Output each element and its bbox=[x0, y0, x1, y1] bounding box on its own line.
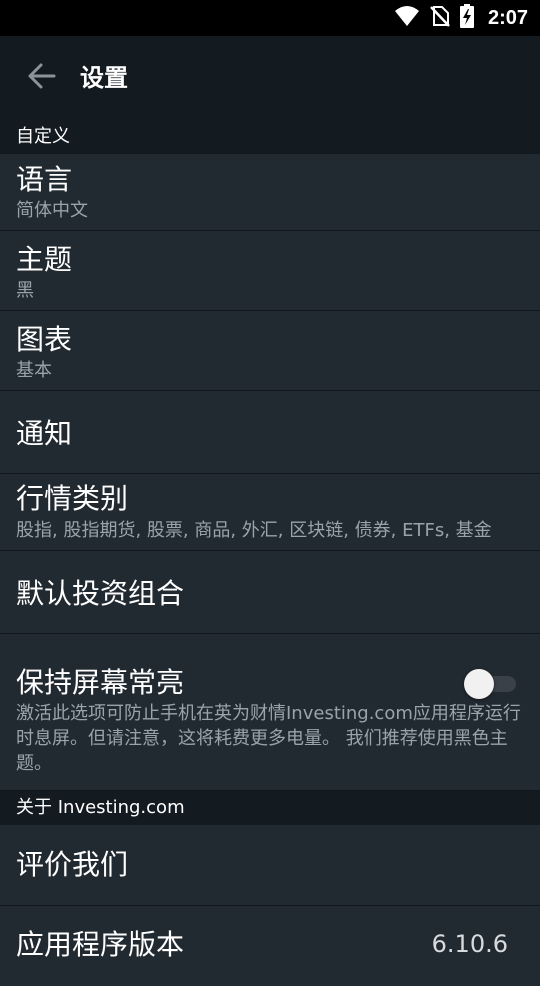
status-bar: 2:07 bbox=[0, 0, 540, 36]
setting-title: 行情类别 bbox=[16, 482, 129, 515]
wifi-icon bbox=[394, 5, 420, 31]
setting-value: 简体中文 bbox=[16, 200, 88, 221]
setting-title: 图表 bbox=[16, 323, 73, 356]
app-version-value: 6.10.6 bbox=[431, 930, 508, 958]
setting-market-categories[interactable]: 行情类别 股指, 股指期货, 股票, 商品, 外汇, 区块链, 债券, ETFs… bbox=[0, 474, 540, 551]
section-header-customize: 自定义 bbox=[0, 120, 540, 154]
setting-description: 激活此选项可防止手机在英为财情Investing.com应用程序运行时息屏。但请… bbox=[16, 703, 521, 774]
setting-theme[interactable]: 主题 黑 bbox=[0, 231, 540, 311]
setting-title: 应用程序版本 bbox=[16, 928, 185, 961]
setting-title: 主题 bbox=[16, 243, 73, 276]
status-time: 2:07 bbox=[487, 6, 528, 29]
setting-notifications[interactable]: 通知 bbox=[0, 391, 540, 474]
setting-title: 语言 bbox=[16, 163, 73, 196]
setting-keep-screen-on[interactable]: 保持屏幕常亮 激活此选项可防止手机在英为财情Investing.com应用程序运… bbox=[0, 634, 540, 791]
keep-screen-on-toggle[interactable] bbox=[464, 668, 518, 699]
no-sim-icon bbox=[430, 5, 450, 31]
arrow-left-icon bbox=[26, 60, 58, 96]
setting-value: 黑 bbox=[16, 280, 34, 301]
setting-rate-us[interactable]: 评价我们 bbox=[0, 825, 540, 906]
setting-default-portfolio[interactable]: 默认投资组合 bbox=[0, 551, 540, 634]
setting-language[interactable]: 语言 简体中文 bbox=[0, 154, 540, 231]
setting-value: 股指, 股指期货, 股票, 商品, 外汇, 区块链, 债券, ETFs, 基金 bbox=[16, 520, 492, 541]
setting-value: 基本 bbox=[16, 360, 52, 381]
setting-app-version: 应用程序版本 6.10.6 bbox=[0, 906, 540, 986]
battery-charging-icon bbox=[459, 4, 474, 32]
status-icons: 2:07 bbox=[394, 0, 528, 36]
section-header-about: 关于 Investing.com bbox=[0, 791, 540, 825]
toggle-thumb bbox=[464, 669, 494, 699]
page-title: 设置 bbox=[80, 64, 128, 92]
setting-title: 通知 bbox=[16, 417, 73, 450]
setting-title: 保持屏幕常亮 bbox=[16, 666, 185, 699]
setting-charts[interactable]: 图表 基本 bbox=[0, 311, 540, 391]
setting-title: 默认投资组合 bbox=[16, 577, 185, 610]
back-button[interactable] bbox=[22, 58, 62, 98]
app-bar: 设置 bbox=[0, 36, 540, 120]
setting-title: 评价我们 bbox=[16, 848, 129, 881]
